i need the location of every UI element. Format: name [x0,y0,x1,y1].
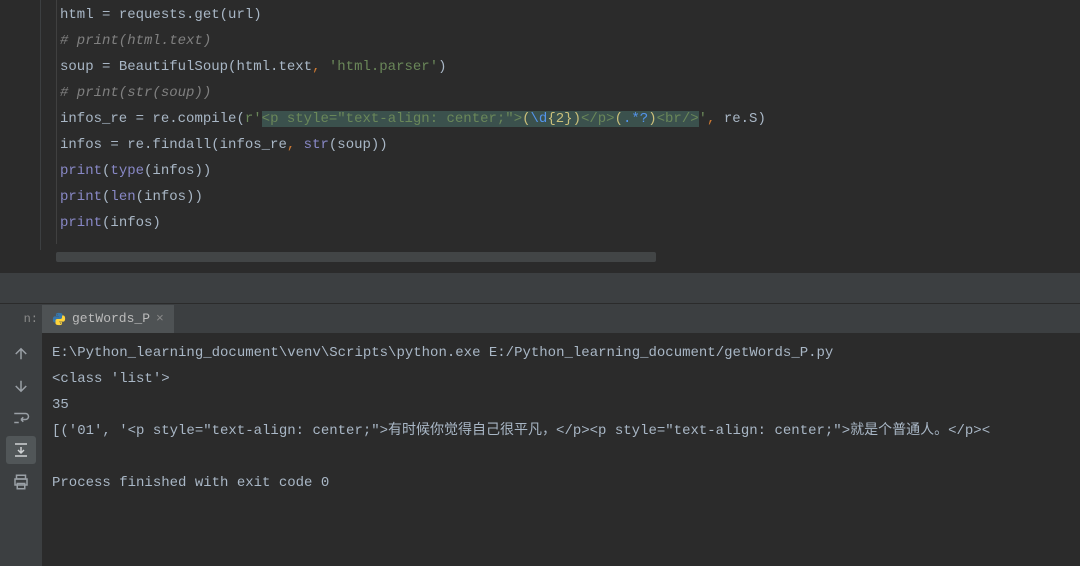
run-toolbar [0,334,42,566]
indent-guide [56,0,57,244]
soft-wrap-icon[interactable] [6,404,36,432]
close-icon[interactable]: × [156,311,164,326]
scroll-to-end-icon[interactable] [6,436,36,464]
editor-scrollbar-horizontal[interactable] [56,252,656,262]
console-output[interactable]: E:\Python_learning_document\venv\Scripts… [42,334,1080,566]
code-line[interactable]: html = requests.get(url) [42,2,1080,28]
code-line[interactable]: infos = re.findall(infos_re, str(soup)) [42,132,1080,158]
code-line[interactable]: print(type(infos)) [42,158,1080,184]
gutter-line [40,0,41,250]
run-tab[interactable]: getWords_P × [42,305,174,333]
code-line[interactable]: # print(html.text) [42,28,1080,54]
code-line[interactable]: # print(str(soup)) [42,80,1080,106]
code-line[interactable]: print(infos) [42,210,1080,236]
code-line[interactable]: infos_re = re.compile(r'<p style="text-a… [42,106,1080,132]
up-arrow-icon[interactable] [6,340,36,368]
code-line[interactable]: soup = BeautifulSoup(html.text, 'html.pa… [42,54,1080,80]
run-panel: E:\Python_learning_document\venv\Scripts… [0,334,1080,566]
run-panel-label: n: [0,304,42,334]
panel-splitter[interactable] [0,272,1080,304]
run-tab-title: getWords_P [72,311,150,326]
python-icon [52,312,66,326]
print-icon[interactable] [6,468,36,496]
code-line[interactable]: print(len(infos)) [42,184,1080,210]
down-arrow-icon[interactable] [6,372,36,400]
code-editor[interactable]: html = requests.get(url)# print(html.tex… [0,0,1080,272]
